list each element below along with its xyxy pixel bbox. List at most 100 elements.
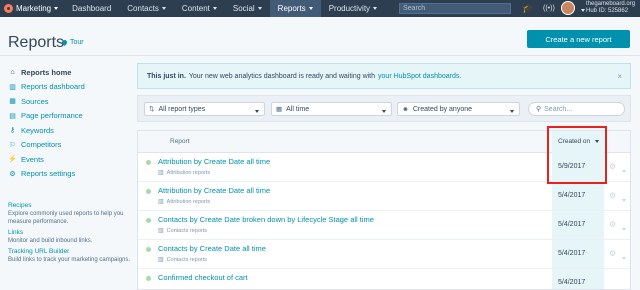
recipes-link[interactable]: Recipes (8, 202, 133, 209)
brand-label: Marketing (16, 4, 52, 13)
header-divider (0, 55, 640, 56)
global-search-input[interactable]: Search (399, 3, 511, 14)
gear-icon[interactable]: ⚙ (609, 191, 616, 200)
table-row[interactable]: Contacts by Create Date broken down by L… (138, 211, 630, 240)
nav-contacts-label: Contacts (127, 4, 159, 13)
chevron-down-icon[interactable] (619, 224, 626, 233)
sidebar-item-sources[interactable]: ▦ Sources (8, 94, 136, 109)
account-name: thegameboard.org (586, 1, 636, 7)
tracking-url-builder-description: Build links to track your marketing camp… (8, 257, 131, 263)
chevron-down-icon (54, 7, 59, 10)
tracking-url-builder-link[interactable]: Tracking URL Builder (8, 248, 133, 255)
table-row[interactable]: Contacts by Create Date all time ▥ Contac… (138, 240, 630, 269)
links-link[interactable]: Links (8, 229, 133, 236)
nav-contacts[interactable]: Contacts (119, 0, 174, 17)
chevron-down-icon (373, 7, 378, 10)
chevron-down-icon[interactable] (619, 253, 626, 262)
report-name-link[interactable]: Confirmed checkout of cart (158, 273, 248, 282)
gear-icon[interactable]: ⚙ (609, 249, 616, 258)
report-name-link[interactable]: Contacts by Create Date all time (158, 244, 266, 253)
sidebar-item-events[interactable]: ⚡ Events (8, 152, 136, 167)
report-type-icon: ▥ (158, 228, 164, 234)
sidebar-item-reports-home[interactable]: ⌂ Reports home (8, 65, 136, 80)
nav-content[interactable]: Content (174, 0, 225, 17)
report-type-icon: ▥ (158, 257, 164, 263)
report-type-label: Contacts reports (166, 256, 208, 263)
report-type: ▥ Attribution reports (158, 198, 211, 206)
filter-bar: ⇅ All report types ▦ All time ☻ Created … (137, 95, 631, 122)
banner-link[interactable]: your HubSpot dashboards. (378, 73, 461, 80)
status-dot-icon (146, 218, 151, 223)
report-search-input[interactable]: ⚲ Search... (528, 102, 625, 116)
created-by-value: Created by anyone (412, 105, 472, 113)
table-row[interactable]: Attribution by Create Date all time ▥ Att… (138, 182, 630, 211)
banner-bold: This just in. (147, 72, 186, 80)
gear-icon: ⚙ (9, 170, 16, 178)
hub-id: Hub ID: 525862 (586, 8, 629, 14)
marketing-menu[interactable]: Marketing (0, 0, 64, 17)
sidebar-item-label: Keywords (21, 125, 54, 135)
page-icon: ▤ (9, 112, 16, 120)
sidebar-item-label: Reports home (21, 67, 72, 77)
report-name-link[interactable]: Contacts by Create Date broken down by L… (158, 215, 374, 224)
page-title: Reports (8, 34, 65, 51)
chevron-down-icon (212, 7, 217, 10)
gear-icon[interactable]: ⚙ (609, 220, 616, 229)
time-range-select[interactable]: ▦ All time (271, 102, 392, 116)
report-type: ▥ Contacts reports (158, 227, 207, 235)
chevron-down-icon[interactable] (619, 195, 626, 204)
report-name-link[interactable]: Attribution by Create Date all time (158, 157, 270, 166)
sidebar-item-competitors[interactable]: ⚐ Competitors (8, 138, 136, 153)
account-info[interactable]: thegameboard.org Hub ID: 525862 (586, 1, 635, 15)
nav-productivity-label: Productivity (328, 4, 371, 13)
report-type-label: Attribution reports (166, 169, 211, 176)
competitors-icon: ⚐ (9, 141, 16, 149)
sidebar-item-page-performance[interactable]: ▤ Page performance (8, 109, 136, 124)
nav-social-label: Social (232, 4, 255, 13)
create-report-button[interactable]: Create a new report (527, 30, 630, 48)
status-dot-icon (146, 160, 151, 165)
user-icon: ☻ (402, 105, 409, 113)
sidebar-item-keywords[interactable]: ⚷ Keywords (8, 123, 136, 138)
chart-icon: ▥ (9, 83, 16, 91)
report-name-link[interactable]: Attribution by Create Date all time (158, 186, 270, 195)
created-by-select[interactable]: ☻ Created by anyone (397, 102, 520, 116)
gear-icon[interactable]: ⚙ (609, 162, 616, 171)
sidebar-item-label: Page performance (21, 111, 83, 121)
account-chevron-icon[interactable] (578, 5, 585, 14)
tour-label: Tour (70, 39, 84, 46)
report-type-label: Attribution reports (166, 198, 211, 205)
calendar-icon: ▦ (276, 106, 283, 113)
sidebar-item-reports-settings[interactable]: ⚙ Reports settings (8, 167, 136, 182)
nav-productivity[interactable]: Productivity (321, 0, 385, 17)
created-date: 5/4/2017 (558, 192, 586, 199)
annotation-highlight-box (547, 126, 607, 184)
sources-icon: ▦ (9, 98, 16, 106)
sidebar-item-reports-dashboard[interactable]: ▥ Reports dashboard (8, 80, 136, 95)
chevron-down-icon (308, 7, 313, 10)
academy-icon[interactable]: 🎓 (522, 3, 533, 13)
table-row[interactable]: Confirmed checkout of cart 5/4/2017 (138, 269, 630, 289)
avatar[interactable] (561, 1, 575, 15)
chevron-down-icon (257, 7, 262, 10)
status-dot-icon (146, 247, 151, 252)
column-header-report[interactable]: Report (170, 138, 190, 145)
nav-social[interactable]: Social (225, 0, 270, 17)
nav-dashboard[interactable]: Dashboard (64, 0, 119, 17)
sidebar-item-label: Reports settings (21, 169, 76, 179)
top-nav: Marketing Dashboard Contacts Content Soc… (0, 0, 640, 17)
links-description: Monitor and build inbound links. (8, 238, 93, 244)
report-type-select[interactable]: ⇅ All report types (144, 102, 265, 116)
chevron-down-icon[interactable] (619, 166, 626, 175)
close-icon[interactable]: × (617, 72, 622, 81)
notifications-icon[interactable]: ((•)) (543, 4, 555, 13)
nav-reports[interactable]: Reports (269, 0, 321, 17)
nav-content-label: Content (181, 4, 210, 13)
status-dot-icon (146, 189, 151, 194)
report-type-icon: ▥ (158, 170, 164, 176)
announcement-banner: This just in. Your new web analytics das… (137, 63, 631, 89)
chevron-down-icon (161, 7, 166, 10)
tour-link[interactable]: Tour (60, 38, 84, 47)
key-icon: ⚷ (9, 127, 16, 135)
report-type: ▥ Contacts reports (158, 256, 208, 264)
